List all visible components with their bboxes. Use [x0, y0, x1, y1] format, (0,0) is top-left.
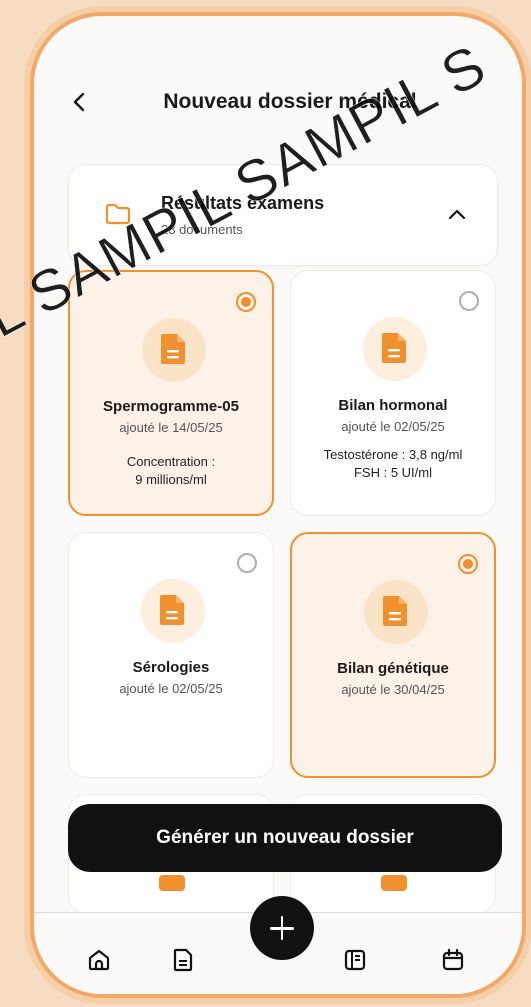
home-icon[interactable] [86, 947, 112, 973]
document-icon-badge [141, 579, 205, 643]
document-detail: 9 millions/ml [135, 472, 207, 487]
journal-icon[interactable] [342, 947, 368, 973]
folder-name: Résultats examens [161, 193, 325, 213]
folder-icon [105, 203, 131, 225]
generate-dossier-button[interactable]: Générer un nouveau dossier [68, 804, 502, 872]
document-icon-badge [142, 318, 206, 382]
page-title: Nouveau dossier médical [163, 90, 417, 113]
document-icon [161, 334, 185, 364]
selection-radio[interactable] [459, 291, 479, 311]
header: Nouveau dossier médical [34, 78, 522, 128]
document-date: ajouté le 02/05/25 [119, 681, 223, 696]
document-date: ajouté le 30/04/25 [341, 682, 445, 697]
document-date: ajouté le 14/05/25 [119, 420, 223, 435]
add-button[interactable] [250, 896, 314, 960]
document-detail: Concentration : [126, 454, 216, 469]
document-icon [383, 596, 407, 626]
document-card[interactable]: Bilan génétique ajouté le 30/04/25 [290, 532, 496, 778]
document-icon [159, 875, 185, 891]
phone-frame: Nouveau dossier médical Résultats examen… [30, 12, 526, 998]
folder-section[interactable]: Résultats examens 28 documents [68, 164, 498, 266]
document-title: Bilan génétique [337, 660, 449, 677]
document-date: ajouté le 02/05/25 [341, 419, 445, 434]
document-detail: Testostérone : 3,8 ng/ml [323, 447, 463, 462]
document-detail: FSH : 5 UI/ml [353, 465, 432, 480]
calendar-icon[interactable] [440, 947, 466, 973]
radio-selected-dot [241, 297, 251, 307]
document-icon-badge [364, 580, 428, 644]
document-icon [160, 595, 184, 625]
document-card[interactable]: Sérologies ajouté le 02/05/25 [68, 532, 274, 778]
folder-document-count: 28 documents [161, 222, 243, 237]
document-card[interactable]: Bilan hormonal ajouté le 02/05/25 Testos… [290, 270, 496, 516]
selection-radio[interactable] [458, 554, 478, 574]
document-title: Bilan hormonal [338, 397, 448, 414]
document-title: Sérologies [132, 659, 210, 676]
document-icon [381, 875, 407, 891]
chevron-up-icon[interactable] [445, 203, 469, 227]
radio-selected-dot [463, 559, 473, 569]
document-icon-badge [363, 317, 427, 381]
document-card[interactable]: Spermogramme-05 ajouté le 14/05/25 Conce… [68, 270, 274, 516]
document-icon [382, 333, 406, 363]
document-title: Spermogramme-05 [103, 398, 239, 415]
document-icon[interactable] [170, 947, 196, 973]
selection-radio[interactable] [236, 292, 256, 312]
selection-radio[interactable] [237, 553, 257, 573]
